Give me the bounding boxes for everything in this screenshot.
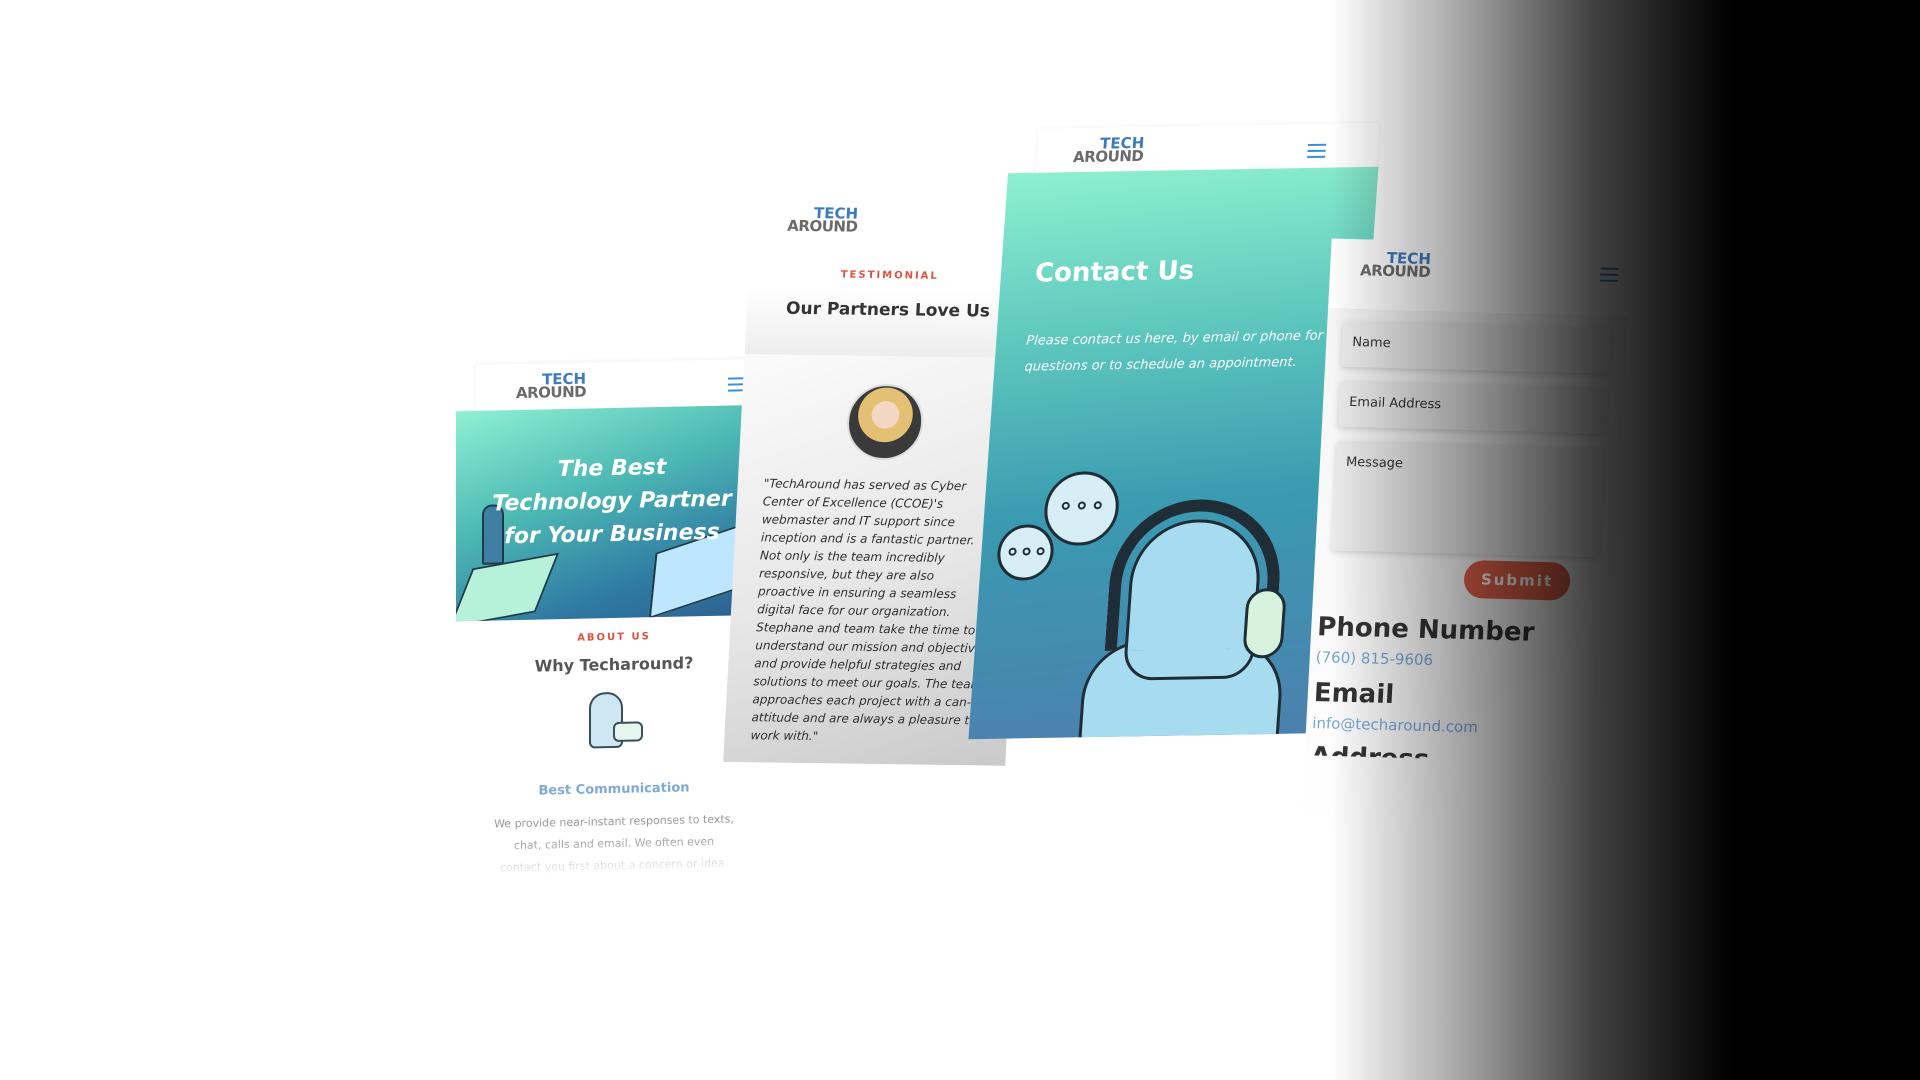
form-panel: Name Email Address Message Submit Phone … [1300, 308, 1629, 846]
techaround-logo[interactable]: TECH AROUND [516, 370, 586, 402]
avatar [845, 383, 926, 461]
chat-bubble-icon [995, 523, 1056, 581]
name-field[interactable]: Name [1341, 320, 1612, 374]
phone-value[interactable]: (760) 815-9606 [1315, 648, 1433, 669]
testimonial-heading: Our Partners Love Us [785, 298, 991, 322]
testimonial-quote: "TechAround has served as Cyber Center o… [750, 476, 989, 744]
email-heading: Email [1313, 678, 1395, 711]
message-field[interactable]: Message [1331, 440, 1606, 558]
form-header: TECH AROUND [1328, 238, 1632, 317]
feature-text: We provide near-instant responses to tex… [494, 812, 734, 875]
chat-bubble-icon [1041, 470, 1122, 547]
menu-icon[interactable] [1599, 267, 1619, 282]
hero-title: The Best Technology Partner for Your Bus… [492, 454, 732, 550]
contact-lead: Please contact us here, by email or phon… [1023, 328, 1324, 375]
support-agent-icon [579, 687, 649, 758]
email-field[interactable]: Email Address [1337, 380, 1609, 434]
address-heading: Address [1309, 741, 1431, 776]
about-eyebrow: ABOUT US [577, 631, 651, 644]
email-value[interactable]: info@techaround.com [1312, 714, 1478, 736]
feature-title: Best Communication [538, 780, 690, 799]
home-header: TECH AROUND [476, 358, 772, 411]
platform-illustration [456, 552, 560, 622]
submit-button[interactable]: Submit [1463, 559, 1572, 601]
testimonial-eyebrow: TESTIMONIAL [840, 269, 940, 282]
techaround-logo[interactable]: TECH AROUND [1360, 249, 1432, 281]
phone-heading: Phone Number [1316, 612, 1536, 648]
contact-form-mockup: TECH AROUND Name Email Address Message S… [1300, 238, 1632, 846]
menu-icon[interactable] [1307, 143, 1327, 159]
techaround-logo[interactable]: TECH AROUND [1073, 134, 1145, 166]
home-hero: The Best Technology Partner for Your Bus… [456, 404, 772, 622]
home-page-mockup: TECH AROUND The Best Technology Partner … [456, 358, 772, 886]
contact-heading: Contact Us [1033, 255, 1196, 289]
testimonial-header: TECH AROUND TESTIMONIAL Our Partners Lov… [744, 196, 1035, 363]
techaround-logo[interactable]: TECH AROUND [787, 204, 859, 235]
headset-earcup-icon [1242, 587, 1288, 659]
about-heading: Why Techaround? [534, 653, 694, 676]
